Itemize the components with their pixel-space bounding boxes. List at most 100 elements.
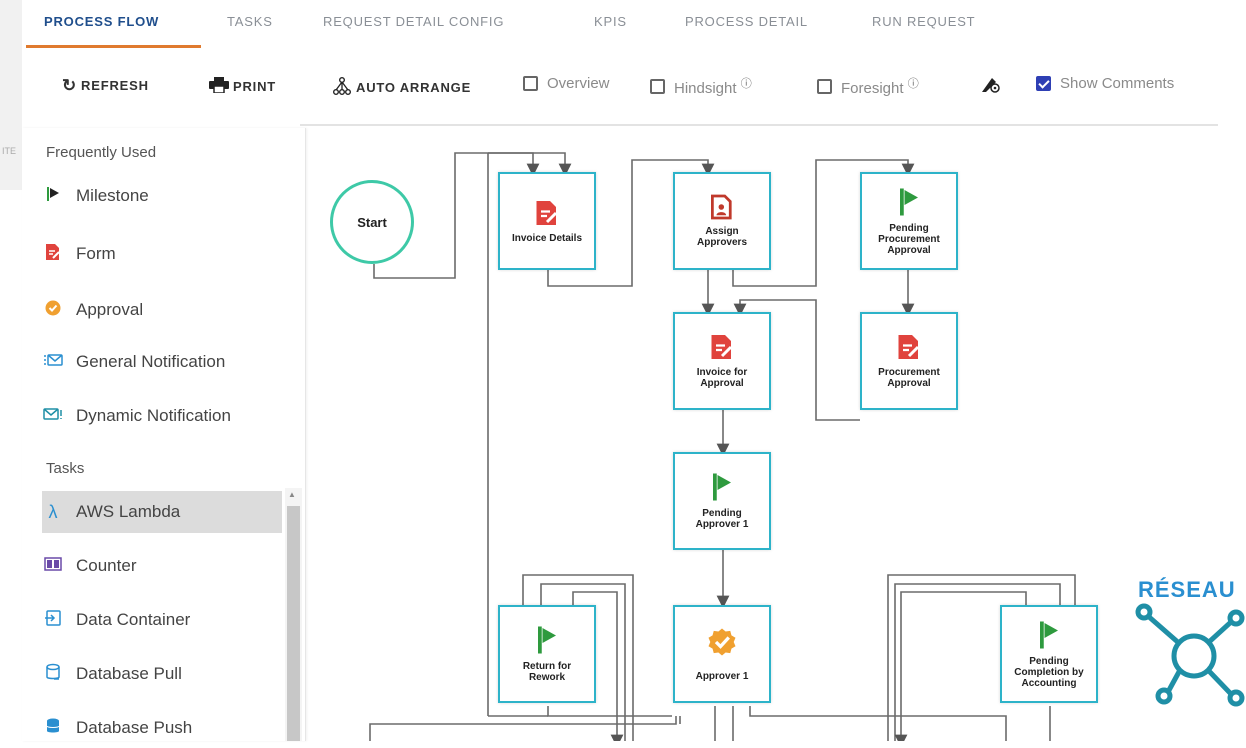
flag-icon — [42, 186, 64, 207]
foresight-checkbox[interactable]: Foresight ⓘ — [817, 75, 919, 97]
palette-item-label: Database Push — [76, 718, 193, 737]
form-icon — [536, 200, 558, 225]
form-icon — [898, 335, 920, 359]
node-label: Invoice for Approval — [696, 367, 748, 389]
approval-badge-icon — [708, 628, 736, 655]
palette-item-data-container[interactable]: Data Container — [42, 600, 282, 640]
palette-scrollbar[interactable]: ▲ — [285, 488, 302, 741]
palette-item-label: Approval — [76, 300, 144, 319]
foresight-info-icon[interactable]: ⓘ — [908, 78, 919, 90]
node-return-for-rework[interactable]: Return for Rework — [498, 605, 596, 703]
hindsight-label: Hindsight — [674, 80, 737, 97]
palette-item-approval[interactable]: Approval — [42, 290, 282, 330]
palette-item-label: Form — [76, 244, 116, 263]
show-comments-checkbox[interactable]: Show Comments — [1036, 75, 1174, 92]
flag-icon — [713, 473, 731, 501]
node-pending-completion-by-accounting[interactable]: Pending Completion by Accounting — [1000, 605, 1098, 703]
active-tab-indicator — [26, 45, 201, 48]
foresight-label: Foresight — [841, 80, 904, 97]
palette-item-label: Counter — [76, 556, 137, 575]
counter-icon — [42, 556, 64, 576]
lambda-icon: λ — [48, 501, 58, 522]
document-icon — [711, 194, 732, 220]
auto-arrange-button[interactable]: AUTO ARRANGE — [332, 77, 471, 98]
form-icon — [711, 335, 733, 359]
node-label: Pending Completion by Accounting — [1014, 655, 1084, 689]
palette-item-database-push[interactable]: Database Push — [42, 708, 282, 748]
auto-arrange-icon — [332, 77, 352, 98]
palette-item-dynamic-notification[interactable]: Dynamic Notification — [42, 396, 282, 436]
print-button[interactable]: PRINT — [209, 77, 276, 96]
tab-run-request[interactable]: RUN REQUEST — [872, 14, 975, 29]
overview-label: Overview — [547, 75, 610, 92]
palette-scrollbar-thumb[interactable] — [287, 506, 300, 741]
tab-kpis[interactable]: KPIS — [594, 14, 627, 29]
tasks-heading: Tasks — [46, 460, 85, 477]
node-pending-approver-1[interactable]: Pending Approver 1 — [673, 452, 771, 550]
palette-item-label: General Notification — [76, 352, 226, 371]
approval-badge-icon — [42, 300, 64, 321]
database-push-icon — [42, 717, 64, 740]
refresh-label: REFRESH — [81, 78, 149, 93]
node-label: Assign Approvers — [696, 226, 747, 248]
node-invoice-for-approval[interactable]: Invoice for Approval — [673, 312, 771, 410]
toolbar-divider — [300, 124, 1218, 126]
palette-item-label: Dynamic Notification — [76, 406, 231, 425]
show-comments-label: Show Comments — [1060, 75, 1175, 92]
network-logo-icon — [1135, 603, 1245, 707]
tab-process-detail[interactable]: PROCESS DETAIL — [685, 14, 808, 29]
notification-icon — [42, 353, 64, 372]
comment-settings-icon — [982, 78, 1000, 93]
node-label: Pending Approver 1 — [695, 508, 749, 530]
tab-request-detail-config[interactable]: REQUEST DETAIL CONFIG — [323, 14, 504, 29]
refresh-icon: ↻ — [62, 76, 78, 95]
comment-settings-button[interactable] — [980, 74, 1002, 94]
palette-item-label: AWS Lambda — [76, 502, 181, 521]
node-pending-procurement-approval[interactable]: Pending Procurement Approval — [860, 172, 958, 270]
palette-item-general-notification[interactable]: General Notification — [42, 342, 282, 382]
hindsight-checkbox[interactable]: Hindsight ⓘ — [650, 75, 752, 97]
node-approver-1[interactable]: Approver 1 — [673, 605, 771, 703]
scroll-up-icon[interactable]: ▲ — [288, 490, 296, 499]
flag-icon — [538, 626, 556, 654]
hindsight-checkbox-box[interactable] — [650, 78, 665, 94]
palette-sidebar: Frequently Used Milestone Form Approval … — [22, 128, 306, 741]
show-comments-checkbox-box[interactable] — [1036, 76, 1051, 91]
node-assign-approvers[interactable]: Assign Approvers — [673, 172, 771, 270]
overview-checkbox-box[interactable] — [523, 76, 538, 91]
auto-arrange-label: AUTO ARRANGE — [356, 80, 472, 95]
palette-item-label: Data Container — [76, 610, 191, 629]
node-label: Procurement Approval — [878, 367, 940, 389]
left-panel-stub-text: ITE — [2, 146, 17, 156]
palette-item-database-pull[interactable]: Database Pull — [42, 654, 282, 694]
node-label: Return for Rework — [522, 661, 572, 683]
tab-bar: PROCESS FLOW TASKS REQUEST DETAIL CONFIG… — [0, 0, 1246, 52]
flag-icon — [1040, 621, 1058, 648]
data-container-icon — [42, 609, 64, 631]
node-invoice-details[interactable]: Invoice Details — [498, 172, 596, 270]
overview-checkbox[interactable]: Overview — [523, 75, 610, 92]
palette-item-label: Database Pull — [76, 664, 182, 683]
node-procurement-approval[interactable]: Procurement Approval — [860, 312, 958, 410]
node-label: Approver 1 — [695, 670, 749, 682]
tab-process-flow[interactable]: PROCESS FLOW — [44, 14, 159, 29]
foresight-checkbox-box[interactable] — [817, 78, 832, 94]
form-icon — [42, 243, 64, 266]
node-label: Pending Procurement Approval — [878, 222, 940, 256]
node-label: Invoice Details — [511, 232, 583, 244]
print-label: PRINT — [233, 79, 276, 94]
frequently-used-heading: Frequently Used — [46, 144, 157, 161]
refresh-button[interactable]: ↻ REFRESH — [62, 77, 149, 94]
hindsight-info-icon[interactable]: ⓘ — [741, 78, 752, 90]
palette-item-counter[interactable]: Counter — [42, 546, 282, 586]
email-icon — [42, 407, 64, 426]
database-pull-icon — [42, 663, 64, 686]
start-node[interactable]: Start — [330, 180, 414, 264]
print-icon — [209, 77, 229, 96]
flag-icon — [900, 188, 918, 215]
palette-item-form[interactable]: Form — [42, 234, 282, 274]
palette-item-milestone[interactable]: Milestone — [42, 176, 282, 216]
tab-tasks[interactable]: TASKS — [227, 14, 273, 29]
palette-item-label: Milestone — [76, 186, 149, 205]
palette-item-aws-lambda[interactable]: λ AWS Lambda — [42, 491, 282, 533]
